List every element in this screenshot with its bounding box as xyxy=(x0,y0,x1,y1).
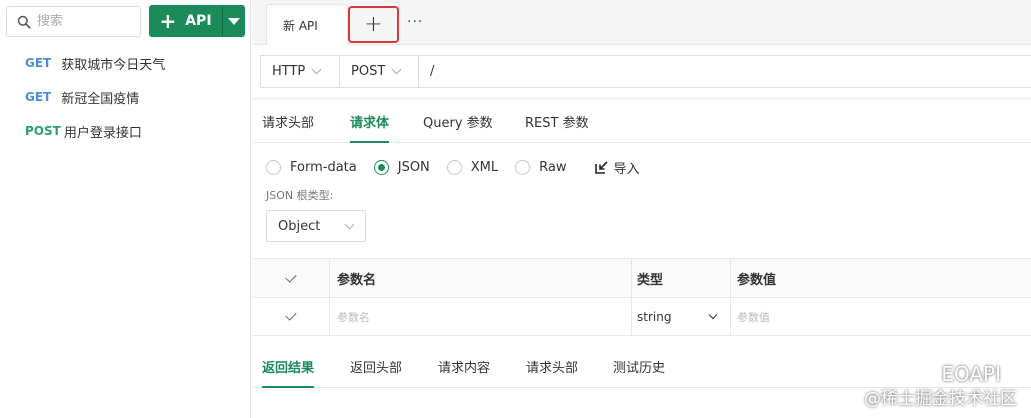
protocol-value: HTTP xyxy=(272,64,306,79)
api-method: GET xyxy=(25,56,52,70)
add-api-button[interactable]: + API xyxy=(149,5,222,37)
param-type-value: string xyxy=(637,309,672,324)
import-label: 导入 xyxy=(613,161,640,177)
radio-label: JSON xyxy=(397,159,430,175)
plus-icon: + xyxy=(159,9,177,33)
add-tab-button[interactable]: + xyxy=(348,6,399,43)
watermark-brand: EOAPI xyxy=(909,362,1001,386)
api-list-item[interactable]: POST 用户登录接口 xyxy=(0,114,250,148)
protocol-select[interactable]: HTTP xyxy=(261,56,340,87)
search-input[interactable] xyxy=(37,14,137,29)
tab-request-headers[interactable]: 请求头部 xyxy=(262,100,314,142)
body-type-radio-group: Form-data JSON XML Raw 导入 xyxy=(266,156,640,178)
radio-raw[interactable]: Raw xyxy=(515,159,567,175)
tab-test-history[interactable]: 测试历史 xyxy=(613,346,665,387)
check-icon xyxy=(284,309,297,321)
select-all-checkbox[interactable] xyxy=(252,259,330,297)
sidebar: + API GET 获取城市今日天气 GET 新冠全国疫情 POST 用户登录接… xyxy=(0,0,251,418)
import-button[interactable]: 导入 xyxy=(594,158,640,177)
radio-xml[interactable]: XML xyxy=(446,159,499,175)
radio-label: XML xyxy=(470,159,499,175)
tab-request-headers-sent[interactable]: 请求头部 xyxy=(526,346,578,387)
chevron-down-icon xyxy=(311,64,322,75)
tab-query-params[interactable]: Query 参数 xyxy=(423,100,493,142)
add-api-dropdown-button[interactable] xyxy=(222,5,245,37)
api-list-item[interactable]: GET 新冠全国疫情 xyxy=(0,80,250,114)
api-name: 获取城市今日天气 xyxy=(61,57,166,73)
radio-json[interactable]: JSON xyxy=(373,159,430,175)
json-root-type-label: JSON 根类型: xyxy=(266,189,334,202)
tab-label: 请求内容 xyxy=(438,361,491,376)
tab-rest-params[interactable]: REST 参数 xyxy=(525,100,589,142)
json-root-type-value: Object xyxy=(278,218,321,234)
tab-label: 返回结果 xyxy=(262,361,315,376)
tab-response-result[interactable]: 返回结果 xyxy=(262,346,315,388)
tab-label: Query 参数 xyxy=(423,115,493,131)
check-icon xyxy=(284,270,297,283)
api-list-item[interactable]: GET 获取城市今日天气 xyxy=(0,46,250,80)
wechat-icon xyxy=(909,363,935,384)
table-row: 参数名 string 参数值 xyxy=(252,298,1031,336)
tab-label: 请求头部 xyxy=(262,115,315,131)
watermark-brand-text: EOAPI xyxy=(941,362,1001,386)
plus-icon: + xyxy=(364,12,383,37)
tab-label: 新 API xyxy=(283,18,318,33)
json-root-type-select[interactable]: Object xyxy=(266,210,366,242)
tab-request-body[interactable]: 请求体 xyxy=(350,100,390,143)
api-list: GET 获取城市今日天气 GET 新冠全国疫情 POST 用户登录接口 xyxy=(0,46,250,148)
search-box[interactable] xyxy=(6,6,141,37)
url-bar: HTTP POST / xyxy=(260,55,1031,88)
tab-response-headers[interactable]: 返回头部 xyxy=(350,346,402,387)
method-select[interactable]: POST xyxy=(340,56,419,87)
param-name-input[interactable]: 参数名 xyxy=(330,298,632,335)
chevron-down-icon xyxy=(708,310,718,320)
radio-label: Form-data xyxy=(290,159,357,175)
tab-label: REST 参数 xyxy=(525,115,589,131)
tab-label: 测试历史 xyxy=(613,361,666,376)
tab-request-content[interactable]: 请求内容 xyxy=(438,346,490,387)
watermark: EOAPI @稀土掘金技术社区 xyxy=(856,360,1031,418)
radio-circle xyxy=(373,159,389,175)
request-tabs: 请求头部 请求体 Query 参数 REST 参数 xyxy=(252,100,1031,143)
param-value-input[interactable]: 参数值 xyxy=(731,298,1031,335)
import-icon xyxy=(594,160,608,174)
tab-label: 请求头部 xyxy=(526,361,579,376)
tab-new-api[interactable]: 新 API xyxy=(266,4,348,45)
more-tabs-button[interactable]: ··· xyxy=(407,14,423,30)
search-icon xyxy=(17,15,31,29)
column-header: 参数名 xyxy=(330,259,632,297)
chevron-down-icon xyxy=(391,64,402,75)
api-name: 用户登录接口 xyxy=(63,125,142,141)
watermark-site: @稀土掘金技术社区 xyxy=(864,389,1017,409)
params-table: 参数名 类型 参数值 参数名 string 参数值 xyxy=(252,258,1031,336)
api-name: 新冠全国疫情 xyxy=(61,91,140,107)
main-area: 新 API + ··· HTTP POST / 请求头部 请求体 Query 参 xyxy=(252,0,1031,418)
tab-bar: 新 API + ··· xyxy=(252,0,1031,45)
radio-circle xyxy=(446,159,462,175)
tab-label: 请求体 xyxy=(350,115,390,131)
add-api-label: API xyxy=(185,13,212,29)
api-method: POST xyxy=(25,124,61,138)
radio-circle xyxy=(266,159,281,175)
chevron-down-icon xyxy=(344,219,355,230)
table-header-row: 参数名 类型 参数值 xyxy=(252,259,1031,298)
url-path-input[interactable]: / xyxy=(419,56,434,87)
radio-label: Raw xyxy=(539,159,567,175)
param-type-select[interactable]: string xyxy=(632,298,731,335)
add-api-button-group: + API xyxy=(149,5,245,37)
radio-form-data[interactable]: Form-data xyxy=(266,159,357,175)
row-checkbox[interactable] xyxy=(252,298,330,335)
caret-down-icon xyxy=(228,17,240,25)
ellipsis-icon: ··· xyxy=(407,14,424,30)
param-value-placeholder: 参数值 xyxy=(737,310,770,324)
column-header: 参数值 xyxy=(737,272,777,288)
tab-label: 返回头部 xyxy=(350,361,403,376)
api-method: GET xyxy=(25,90,52,104)
radio-circle xyxy=(515,159,531,175)
column-header: 类型 xyxy=(632,259,731,297)
param-name-placeholder: 参数名 xyxy=(337,310,370,324)
method-value: POST xyxy=(351,64,386,79)
url-path-value: / xyxy=(430,64,435,79)
